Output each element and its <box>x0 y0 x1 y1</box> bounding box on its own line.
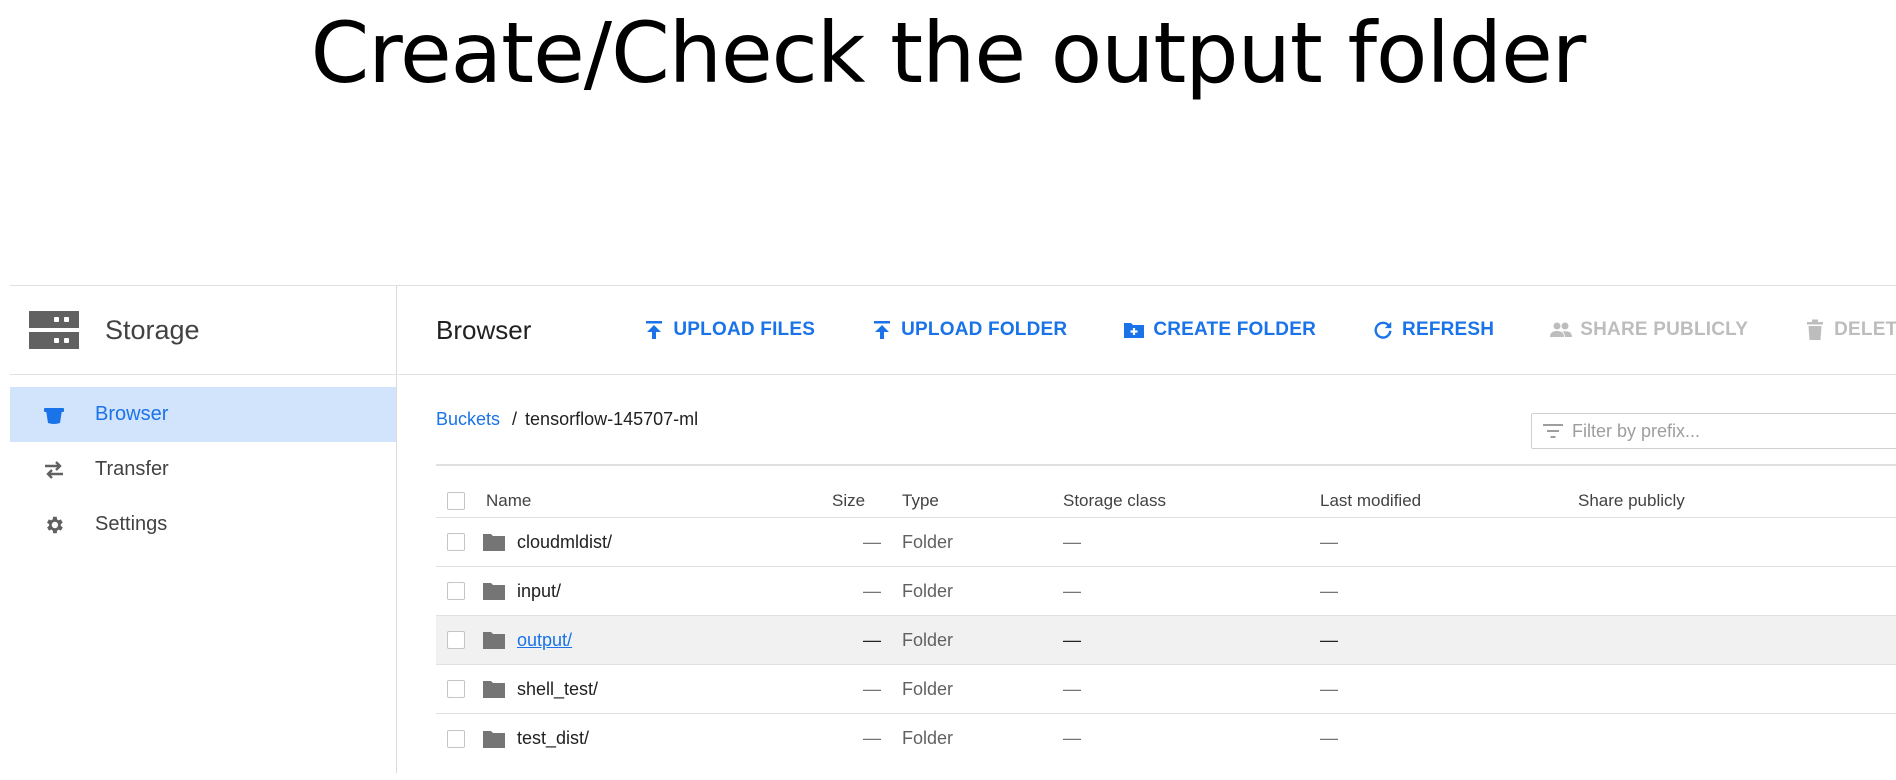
breadcrumb-buckets-link[interactable]: Buckets <box>436 409 500 430</box>
table-row[interactable]: test_dist/ — Folder — — <box>436 714 1896 763</box>
cell-size: — <box>863 531 881 552</box>
sidebar-item-settings[interactable]: Settings <box>10 497 396 552</box>
share-publicly-label: SHARE PUBLICLY <box>1580 319 1749 340</box>
delete-label: DELETE <box>1834 319 1896 340</box>
folder-name[interactable]: shell_test/ <box>517 679 598 700</box>
storage-icon <box>29 311 79 349</box>
share-publicly-button[interactable]: SHARE PUBLICLY <box>1550 319 1748 341</box>
cell-type: Folder <box>902 629 954 650</box>
sidebar: Storage Browser Transfer Settings <box>10 286 397 773</box>
upload-folder-button[interactable]: UPLOAD FOLDER <box>871 319 1067 341</box>
cell-size: — <box>863 678 881 699</box>
gear-icon <box>43 514 65 536</box>
trash-icon <box>1804 319 1826 341</box>
folder-name-link[interactable]: output/ <box>517 630 572 651</box>
filter-icon <box>1542 420 1564 442</box>
upload-folder-label: UPLOAD FOLDER <box>901 319 1068 340</box>
breadcrumb: Buckets / tensorflow-145707-ml <box>436 375 1896 466</box>
people-icon <box>1550 319 1573 341</box>
cell-last-modified: — <box>1320 728 1338 748</box>
cell-type: Folder <box>902 580 954 601</box>
cell-storage-class: — <box>1063 629 1081 650</box>
select-all-checkbox[interactable] <box>447 491 465 510</box>
folder-icon <box>482 581 506 601</box>
table-row-highlighted[interactable]: output/ — Folder — — <box>436 616 1896 665</box>
filter-input[interactable] <box>1572 420 1896 442</box>
sidebar-item-browser[interactable]: Browser <box>10 387 396 442</box>
delete-button[interactable]: DELETE <box>1804 319 1896 341</box>
upload-icon <box>643 319 665 341</box>
folder-icon <box>482 630 506 650</box>
cell-type: Folder <box>902 678 954 699</box>
folder-name[interactable]: test_dist/ <box>517 728 589 749</box>
cell-storage-class: — <box>1063 728 1081 748</box>
cell-size: — <box>863 629 881 650</box>
cell-size: — <box>863 580 881 601</box>
row-checkbox[interactable] <box>447 582 465 600</box>
cell-storage-class: — <box>1063 580 1081 601</box>
cell-last-modified: — <box>1320 531 1338 552</box>
storage-console: Storage Browser Transfer Settings Browse… <box>10 285 1896 773</box>
table-row[interactable]: shell_test/ — Folder — — <box>436 665 1896 714</box>
folder-icon <box>482 679 506 699</box>
upload-files-label: UPLOAD FILES <box>673 319 816 340</box>
row-checkbox[interactable] <box>447 631 465 649</box>
sidebar-nav: Browser Transfer Settings <box>10 375 396 552</box>
slide-title: Create/Check the output folder <box>310 4 1587 102</box>
create-folder-label: CREATE FOLDER <box>1153 319 1317 340</box>
cell-storage-class: — <box>1063 678 1081 699</box>
breadcrumb-separator: / <box>512 409 518 429</box>
column-header-storage-class[interactable]: Storage class <box>1063 491 1166 511</box>
cell-last-modified: — <box>1320 678 1338 699</box>
page-title: Browser <box>436 314 532 345</box>
create-folder-icon <box>1123 319 1145 341</box>
row-checkbox[interactable] <box>447 729 465 748</box>
cell-last-modified: — <box>1320 580 1338 601</box>
row-checkbox[interactable] <box>447 533 465 551</box>
column-header-size[interactable]: Size <box>832 491 865 511</box>
table-row[interactable]: input/ — Folder — — <box>436 567 1896 616</box>
object-table: Name Size Type Storage class Last modifi… <box>436 484 1896 763</box>
cell-type: Folder <box>902 531 954 552</box>
cell-size: — <box>863 728 881 748</box>
column-header-name[interactable]: Name <box>486 491 531 511</box>
column-header-share-publicly: Share publicly <box>1578 490 1685 510</box>
refresh-label: REFRESH <box>1402 319 1495 340</box>
table-row[interactable]: cloudmldist/ — Folder — — <box>436 518 1896 567</box>
upload-files-button[interactable]: UPLOAD FILES <box>643 319 815 341</box>
folder-name[interactable]: cloudmldist/ <box>517 532 612 553</box>
upload-icon <box>871 319 893 341</box>
filter-box[interactable] <box>1531 413 1896 449</box>
create-folder-button[interactable]: CREATE FOLDER <box>1123 319 1316 341</box>
folder-name[interactable]: input/ <box>517 581 561 602</box>
refresh-icon <box>1372 319 1394 341</box>
cell-storage-class: — <box>1063 531 1081 552</box>
sidebar-title: Storage <box>105 314 200 345</box>
sidebar-item-label: Transfer <box>95 458 169 480</box>
row-checkbox[interactable] <box>447 680 465 698</box>
breadcrumb-current: tensorflow-145707-ml <box>525 409 699 429</box>
table-header: Name Size Type Storage class Last modifi… <box>436 484 1896 518</box>
sidebar-item-transfer[interactable]: Transfer <box>10 442 396 497</box>
folder-icon <box>482 532 506 552</box>
sidebar-item-label: Settings <box>95 513 168 535</box>
column-header-type[interactable]: Type <box>902 491 939 511</box>
column-header-last-modified[interactable]: Last modified <box>1320 491 1421 511</box>
bucket-icon <box>43 404 65 426</box>
cell-type: Folder <box>902 728 954 748</box>
refresh-button[interactable]: REFRESH <box>1372 319 1494 341</box>
toolbar: Browser UPLOAD FILES UPLOAD FOLDER CREAT… <box>398 286 1896 375</box>
sidebar-item-label: Browser <box>95 403 169 425</box>
transfer-icon <box>43 459 65 481</box>
sidebar-header: Storage <box>10 286 396 375</box>
main-panel: Browser UPLOAD FILES UPLOAD FOLDER CREAT… <box>398 286 1896 773</box>
folder-icon <box>482 729 506 749</box>
cell-last-modified: — <box>1320 629 1338 650</box>
